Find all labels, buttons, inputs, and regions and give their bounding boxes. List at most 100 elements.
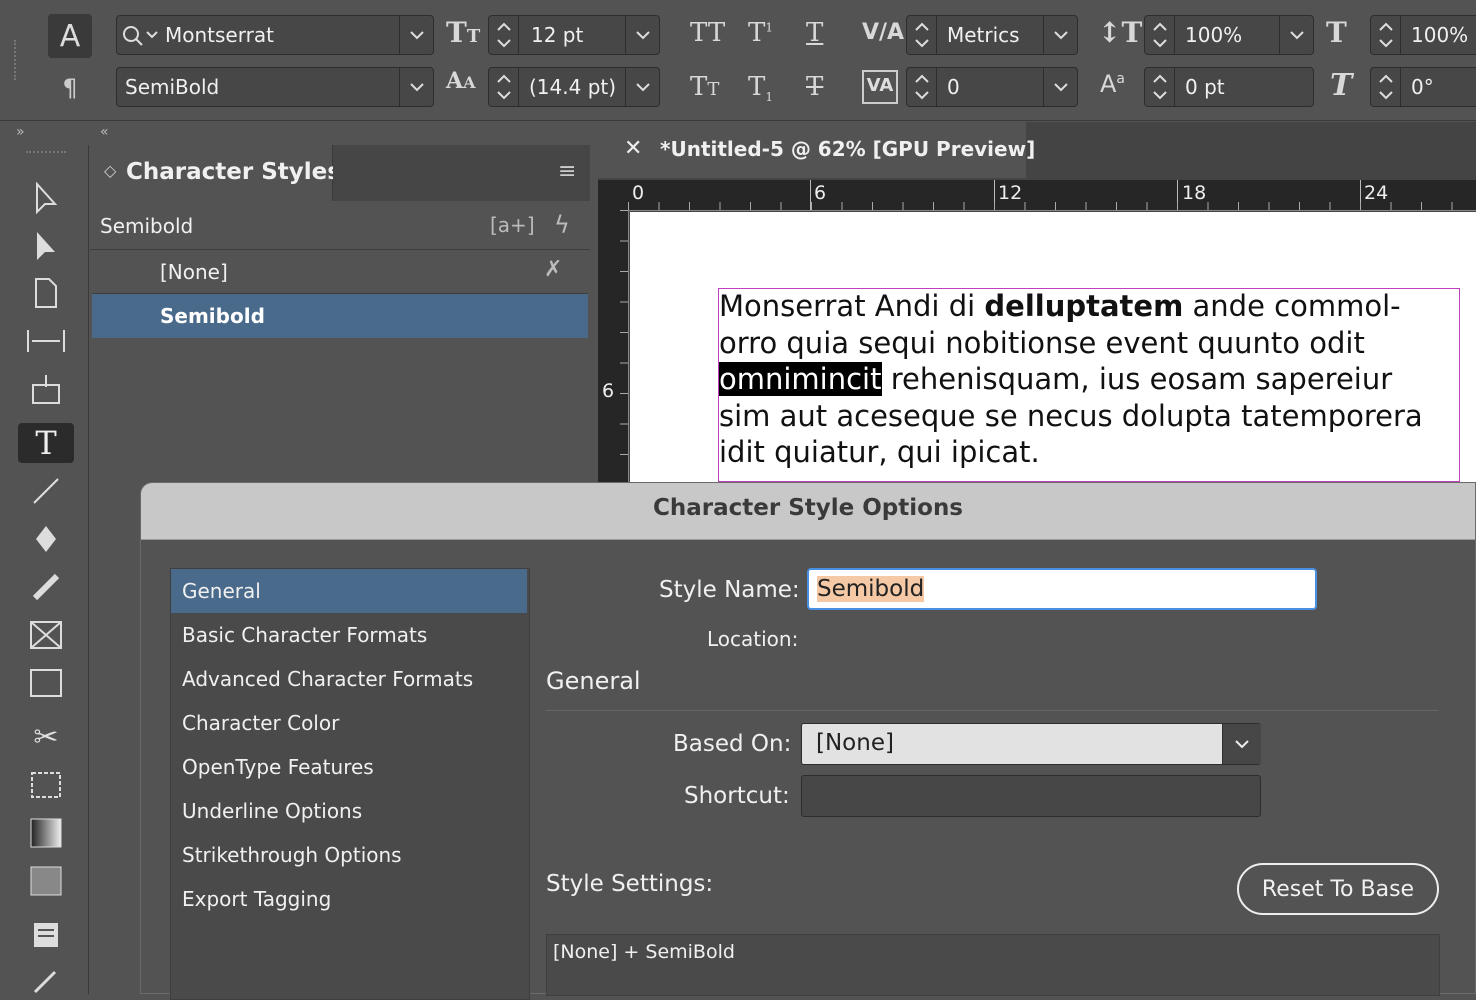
tools-panel: T ✂	[8, 145, 89, 994]
toolbar-grip[interactable]	[26, 151, 66, 159]
skew-icon: T	[1330, 68, 1353, 103]
note-tool[interactable]	[18, 915, 74, 955]
vertical-scale-icon: ↕T	[1098, 16, 1143, 49]
chevron-down-icon	[1054, 31, 1068, 40]
horizontal-scale-stepper[interactable]	[1371, 16, 1401, 54]
font-family-field[interactable]: Montserrat	[116, 15, 434, 55]
page-tool[interactable]	[18, 273, 74, 313]
text-content[interactable]: Monserrat Andi di delluptatem ande commo…	[719, 288, 1476, 471]
based-on-dropdown[interactable]	[1222, 724, 1261, 764]
tracking-dropdown[interactable]	[1043, 68, 1077, 106]
paragraph-mode-button[interactable]: ¶	[50, 68, 90, 108]
panel-tab[interactable]: ◇ Character Styles	[90, 145, 341, 201]
superscript-icon[interactable]: T1	[748, 18, 773, 48]
chevron-down-icon	[1235, 740, 1249, 749]
baseline-shift-field[interactable]: 0 pt	[1144, 67, 1314, 107]
expand-toolbar-icon[interactable]: »	[16, 124, 25, 140]
leading-field[interactable]: (14.4 pt)	[488, 67, 660, 107]
type-icon: T	[35, 424, 57, 462]
quick-apply-icon[interactable]: [a+]	[490, 213, 535, 237]
nav-general[interactable]: General	[171, 569, 527, 613]
character-icon: A	[59, 18, 81, 54]
pen-tool[interactable]	[18, 519, 74, 559]
style-name-input[interactable]: Semibold	[807, 568, 1317, 610]
direct-selection-tool[interactable]	[18, 227, 74, 267]
eyedropper-icon	[33, 970, 57, 994]
collapse-panel-icon[interactable]: «	[100, 124, 109, 140]
selection-tool[interactable]	[18, 179, 74, 219]
shortcut-label: Shortcut:	[684, 783, 790, 809]
font-style-field[interactable]: SemiBold	[116, 67, 434, 107]
close-icon[interactable]: ✕	[624, 136, 642, 161]
font-style-dropdown[interactable]	[399, 68, 433, 106]
line-tool[interactable]	[18, 471, 74, 511]
font-size-stepper[interactable]	[489, 16, 519, 54]
panel-tab-toggle-icon: ◇	[104, 161, 117, 180]
nav-advanced-character-formats[interactable]: Advanced Character Formats	[171, 657, 527, 701]
content-collector-tool[interactable]	[18, 369, 74, 409]
document-tab[interactable]: ✕ *Untitled-5 @ 62% [GPU Preview]	[598, 122, 1035, 178]
font-style-value: SemiBold	[125, 75, 220, 99]
font-size-field[interactable]: 12 pt	[488, 15, 660, 55]
subscript-icon[interactable]: T1	[748, 72, 773, 104]
all-caps-icon[interactable]: TT	[690, 18, 725, 48]
pencil-tool[interactable]	[18, 567, 74, 607]
tracking-stepper[interactable]	[907, 68, 937, 106]
kerning-value: Metrics	[947, 23, 1020, 47]
dialog-titlebar[interactable]: Character Style Options	[141, 483, 1475, 540]
gradient-feather-tool[interactable]	[18, 861, 74, 901]
panel-tab-bar-fill	[333, 145, 590, 201]
based-on-select[interactable]: [None]	[801, 723, 1261, 765]
type-tool[interactable]: T	[18, 423, 74, 463]
nav-strikethrough-options[interactable]: Strikethrough Options	[171, 833, 527, 877]
skew-stepper[interactable]	[1371, 68, 1401, 106]
font-size-dropdown[interactable]	[625, 16, 659, 54]
leading-stepper[interactable]	[489, 68, 519, 106]
scissors-tool[interactable]: ✂	[18, 717, 74, 757]
vertical-scale-field[interactable]: 100%	[1144, 15, 1314, 55]
nav-export-tagging[interactable]: Export Tagging	[171, 877, 527, 921]
text-line: sim aut aceseque se necus dolupta tatemp…	[719, 398, 1423, 433]
nav-underline-options[interactable]: Underline Options	[171, 789, 527, 833]
rectangle-frame-tool[interactable]	[18, 615, 74, 655]
horizontal-scale-field[interactable]: 100%	[1370, 15, 1476, 55]
baseline-shift-stepper[interactable]	[1145, 68, 1175, 106]
page-canvas[interactable]: Monserrat Andi di delluptatem ande commo…	[630, 212, 1476, 482]
nav-basic-character-formats[interactable]: Basic Character Formats	[171, 613, 527, 657]
style-item-none[interactable]: [None] ✗	[92, 251, 588, 294]
kerning-dropdown[interactable]	[1043, 16, 1077, 54]
skew-field[interactable]: 0°	[1370, 67, 1476, 107]
shortcut-input[interactable]	[801, 775, 1261, 817]
vertical-ruler[interactable]: 6	[598, 210, 629, 482]
nav-character-color[interactable]: Character Color	[171, 701, 527, 745]
nav-opentype-features[interactable]: OpenType Features	[171, 745, 527, 789]
search-icon	[123, 26, 158, 46]
rectangle-tool[interactable]	[18, 663, 74, 703]
eyedropper-tool[interactable]	[18, 959, 74, 999]
small-caps-icon[interactable]: TT	[690, 72, 719, 102]
tracking-field[interactable]: 0	[906, 67, 1078, 107]
selected-text: omnimincit	[719, 362, 882, 396]
lightning-icon[interactable]: ϟ	[554, 211, 570, 239]
panel-menu-icon[interactable]: ≡	[558, 159, 576, 184]
gap-tool[interactable]	[18, 321, 74, 361]
strikethrough-icon[interactable]: T	[806, 72, 823, 102]
vertical-scale-dropdown[interactable]	[1279, 16, 1313, 54]
scissors-icon: ✂	[33, 719, 59, 755]
free-transform-tool[interactable]	[18, 765, 74, 805]
reset-to-base-label: Reset To Base	[1261, 876, 1415, 902]
leading-dropdown[interactable]	[625, 68, 659, 106]
text-run: ande commol-	[1183, 289, 1401, 323]
character-mode-button[interactable]: A	[48, 14, 92, 58]
horizontal-ruler[interactable]: 0 6 12 18 24	[598, 180, 1476, 211]
style-item-semibold[interactable]: Semibold	[92, 294, 588, 338]
kerning-stepper[interactable]	[907, 16, 937, 54]
underline-icon[interactable]: T	[806, 18, 823, 48]
grip-handle[interactable]	[14, 40, 22, 80]
vertical-scale-stepper[interactable]	[1145, 16, 1175, 54]
reset-to-base-button[interactable]: Reset To Base	[1237, 863, 1439, 915]
kerning-field[interactable]: Metrics	[906, 15, 1078, 55]
gradient-swatch-tool[interactable]	[18, 813, 74, 853]
font-family-dropdown[interactable]	[399, 16, 433, 54]
stepper-arrows-icon	[1153, 22, 1167, 48]
